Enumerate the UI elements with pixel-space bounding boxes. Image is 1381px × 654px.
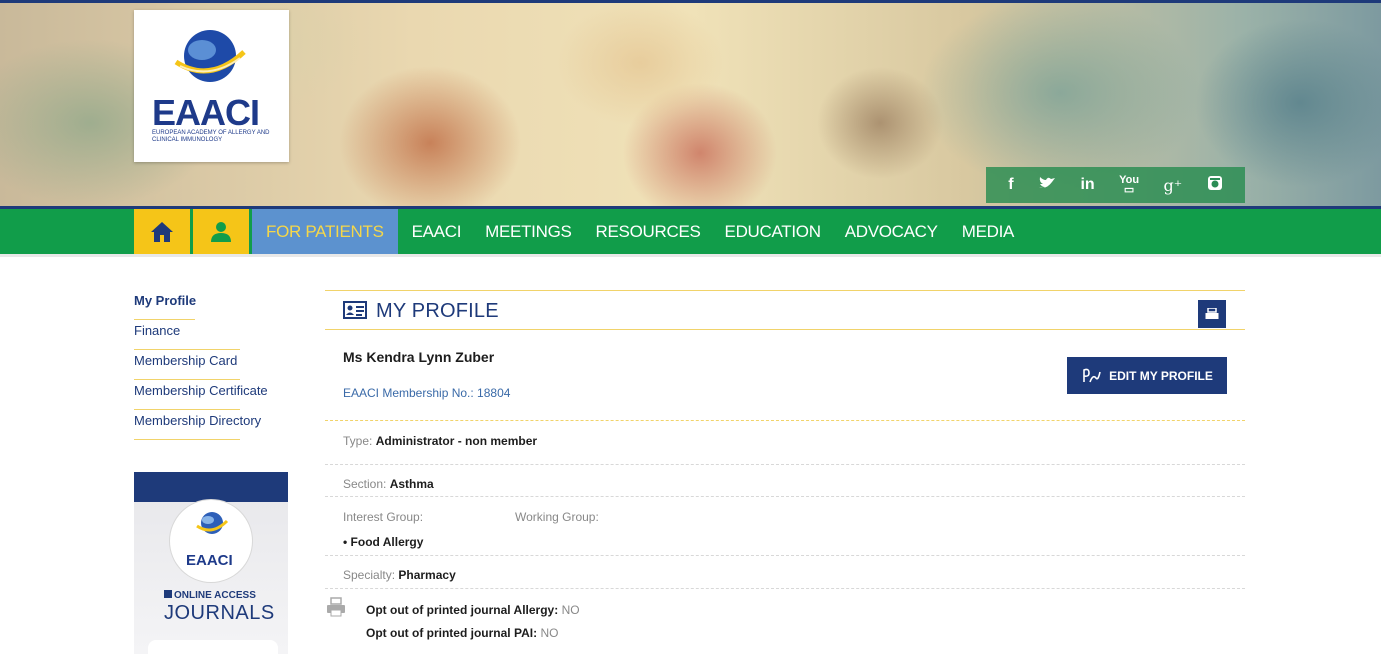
sidebar-item-membership-card[interactable]: Membership Card — [134, 350, 240, 380]
online-access-label: ONLINE ACCESS — [164, 590, 256, 601]
google-plus-icon[interactable]: g⁺ — [1164, 176, 1183, 195]
section-label: Section: — [343, 477, 387, 491]
main-nav: FOR PATIENTS EAACI MEETINGS RESOURCES ED… — [0, 206, 1381, 254]
journal-card — [148, 640, 278, 654]
profile-title-bar: MY PROFILE — [325, 290, 1245, 330]
specialty-row: Specialty: Pharmacy — [325, 555, 1245, 589]
nav-divider — [0, 254, 1381, 257]
nav-meetings[interactable]: MEETINGS — [473, 209, 583, 254]
optout-allergy-label: Opt out of printed journal Allergy: — [366, 603, 559, 617]
journals-title: JOURNALS — [164, 602, 275, 624]
working-group-label: Working Group: — [515, 510, 599, 524]
instagram-icon[interactable] — [1207, 175, 1223, 196]
home-icon — [151, 221, 173, 242]
sidebar-item-my-profile[interactable]: My Profile — [134, 290, 196, 320]
specialty-value: Pharmacy — [398, 568, 456, 582]
user-icon — [211, 221, 231, 242]
sidebar-item-finance[interactable]: Finance — [134, 320, 240, 350]
section-row: Section: Asthma — [325, 464, 1245, 498]
profile-sidebar: My Profile Finance Membership Card Membe… — [134, 290, 294, 440]
linkedin-icon[interactable]: in — [1080, 176, 1094, 194]
nav-media[interactable]: MEDIA — [950, 209, 1026, 254]
nav-education[interactable]: EDUCATION — [713, 209, 833, 254]
journal-optout-row: Opt out of printed journal Allergy: NO O… — [325, 588, 1245, 654]
optout-pai-label: Opt out of printed journal PAI: — [366, 626, 538, 640]
edit-profile-label: EDIT MY PROFILE — [1109, 368, 1213, 383]
optout-pai-value: NO — [540, 626, 559, 640]
nav-eaaci[interactable]: EAACI — [400, 209, 474, 254]
interest-group-label: Interest Group: — [343, 510, 424, 524]
type-value: Administrator - non member — [375, 434, 538, 448]
printer-icon — [327, 597, 345, 617]
user-button[interactable] — [193, 209, 249, 254]
nav-advocacy[interactable]: ADVOCACY — [833, 209, 950, 254]
youtube-icon[interactable]: You ▭ — [1119, 175, 1139, 196]
facebook-icon[interactable]: f — [1008, 176, 1013, 194]
logo-subtitle: European Academy of Allergy and Clinical… — [152, 130, 270, 143]
specialty-label: Specialty: — [343, 568, 396, 582]
id-card-icon — [343, 301, 367, 319]
globe-logo-icon — [174, 30, 246, 82]
print-icon — [1205, 308, 1219, 319]
nav-resources[interactable]: RESOURCES — [584, 209, 713, 254]
membership-number: EAACI Membership No.: 18804 — [343, 386, 511, 400]
edit-signature-icon — [1083, 368, 1101, 382]
journal-brand: EAACI — [186, 552, 233, 569]
lock-icon — [164, 590, 172, 598]
member-name: Ms Kendra Lynn Zuber — [343, 349, 495, 365]
online-journals-banner[interactable]: EAACI ONLINE ACCESS JOURNALS — [134, 472, 288, 654]
social-links: f in You ▭ g⁺ — [986, 167, 1245, 203]
interest-group-value: • Food Allergy — [343, 535, 424, 549]
sidebar-item-membership-certificate[interactable]: Membership Certificate — [134, 380, 268, 410]
logo-wordmark: EAACI — [152, 92, 260, 133]
groups-row: Interest Group: Working Group: • Food Al… — [325, 496, 1245, 556]
section-value: Asthma — [389, 477, 434, 491]
page-title: MY PROFILE — [376, 300, 499, 322]
eaaci-logo[interactable]: EAACI European Academy of Allergy and Cl… — [134, 10, 289, 162]
print-button[interactable] — [1198, 300, 1226, 328]
home-button[interactable] — [134, 209, 190, 254]
optout-allergy-value: NO — [561, 603, 580, 617]
type-label: Type: — [343, 434, 373, 448]
header-banner: EAACI European Academy of Allergy and Cl… — [0, 3, 1381, 206]
twitter-icon[interactable] — [1038, 176, 1056, 195]
nav-for-patients[interactable]: FOR PATIENTS — [252, 209, 398, 254]
globe-icon — [196, 512, 229, 534]
type-row: Type: Administrator - non member — [325, 420, 1245, 454]
sidebar-item-membership-directory[interactable]: Membership Directory — [134, 410, 261, 440]
edit-profile-button[interactable]: EDIT MY PROFILE — [1067, 357, 1227, 394]
